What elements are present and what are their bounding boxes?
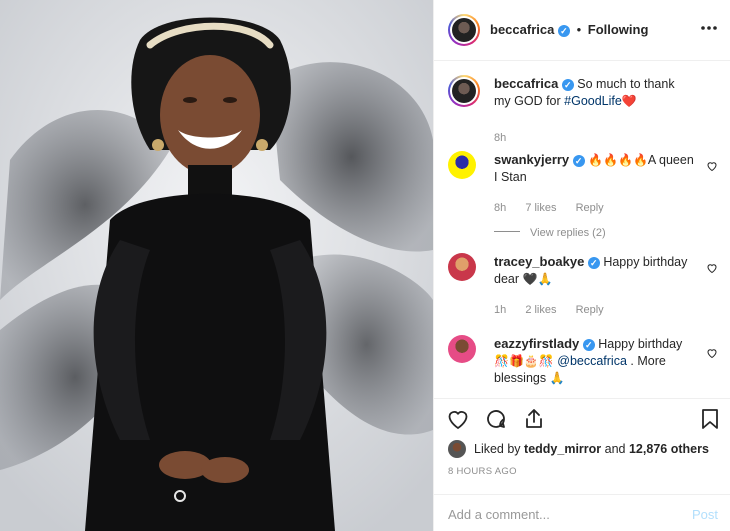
liker-avatar[interactable] bbox=[448, 440, 466, 458]
comment-time[interactable]: 1h bbox=[494, 304, 506, 316]
comment-like-icon[interactable] bbox=[706, 347, 718, 359]
liker-username[interactable]: teddy_mirror bbox=[524, 442, 601, 456]
caption-username[interactable]: beccafrica bbox=[494, 76, 558, 91]
comment-emojis: 🖤🙏 bbox=[522, 272, 553, 286]
view-replies-button[interactable]: View replies (2) bbox=[494, 225, 694, 242]
comment-body: tracey_boakye ✓ Happy birthday dear 🖤🙏 1… bbox=[494, 253, 694, 319]
verified-badge-icon: ✓ bbox=[572, 154, 585, 167]
post-side-panel: beccafrica ✓ • Following beccafrica ✓ So… bbox=[433, 0, 730, 531]
caption-time[interactable]: 8h bbox=[494, 132, 506, 144]
post-photo-illustration bbox=[0, 0, 433, 531]
add-comment-input[interactable]: Add a comment... bbox=[448, 507, 550, 522]
following-button[interactable]: Following bbox=[588, 22, 649, 37]
comment-bubble-icon[interactable] bbox=[484, 407, 508, 431]
caption-avatar[interactable] bbox=[448, 75, 480, 107]
add-comment-bar: Add a comment... Post bbox=[434, 494, 730, 531]
likes-count[interactable]: 12,876 others bbox=[629, 442, 709, 456]
post-timestamp[interactable]: 8 HOURS AGO bbox=[448, 466, 517, 477]
comment-username[interactable]: tracey_boakye bbox=[494, 254, 584, 269]
comment-emojis: 🎊🎁🎂🎊 bbox=[494, 354, 554, 368]
post-header: beccafrica ✓ • Following bbox=[434, 0, 730, 61]
comment-body: swankyjerry ✓ 🔥🔥🔥🔥A queen I Stan 8h 7 li… bbox=[494, 151, 694, 242]
caption-meta: 8h bbox=[494, 130, 694, 147]
author-avatar[interactable] bbox=[448, 14, 480, 46]
caption-body: beccafrica ✓ So much to thank my GOD for… bbox=[494, 75, 694, 147]
verified-badge-icon: ✓ bbox=[561, 78, 574, 91]
comment-username[interactable]: eazzyfirstlady bbox=[494, 336, 579, 351]
reply-button[interactable]: Reply bbox=[576, 202, 604, 214]
bookmark-icon[interactable] bbox=[698, 407, 722, 431]
more-icon[interactable] bbox=[700, 19, 718, 37]
caption-hashtag-link[interactable]: #GoodLife bbox=[564, 94, 622, 108]
comment-text: Happy birthday bbox=[598, 337, 683, 351]
fire-emojis: 🔥🔥🔥🔥 bbox=[588, 153, 648, 167]
header-user-line: beccafrica ✓ • Following bbox=[490, 22, 648, 37]
instagram-post: beccafrica ✓ • Following beccafrica ✓ So… bbox=[0, 0, 730, 531]
author-username[interactable]: beccafrica bbox=[490, 22, 554, 37]
commenter-avatar[interactable] bbox=[448, 335, 476, 363]
action-bar bbox=[434, 398, 730, 438]
heart-emoji: ❤️ bbox=[621, 94, 637, 108]
commenter-avatar[interactable] bbox=[448, 151, 476, 179]
pray-emoji: 🙏 bbox=[549, 371, 565, 385]
likes-summary: Liked by teddy_mirror and 12,876 others bbox=[448, 438, 718, 462]
comment-time[interactable]: 8h bbox=[494, 202, 506, 214]
verified-badge-icon: ✓ bbox=[557, 24, 570, 37]
post-photo[interactable] bbox=[0, 0, 433, 531]
comment-likes[interactable]: 2 likes bbox=[525, 304, 556, 316]
reply-button[interactable]: Reply bbox=[576, 304, 604, 316]
comments-list[interactable]: beccafrica ✓ So much to thank my GOD for… bbox=[434, 61, 730, 398]
comment-body: eazzyfirstlady ✓ Happy birthday 🎊🎁🎂🎊 @be… bbox=[494, 335, 694, 387]
comment-meta: 1h 2 likes Reply bbox=[494, 302, 694, 319]
comment-meta: 8h 7 likes Reply bbox=[494, 200, 694, 217]
likes-middle: and bbox=[604, 442, 626, 456]
comment-username[interactable]: swankyjerry bbox=[494, 152, 569, 167]
separator-dot: • bbox=[576, 22, 582, 37]
verified-badge-icon: ✓ bbox=[582, 338, 595, 351]
comment-like-icon[interactable] bbox=[706, 262, 718, 274]
mention-link[interactable]: @beccafrica bbox=[557, 354, 627, 368]
comment-like-icon[interactable] bbox=[706, 160, 718, 172]
post-comment-button[interactable]: Post bbox=[692, 507, 718, 522]
commenter-avatar[interactable] bbox=[448, 253, 476, 281]
like-heart-icon[interactable] bbox=[446, 407, 470, 431]
verified-badge-icon: ✓ bbox=[587, 256, 600, 269]
likes-text: Liked by teddy_mirror and 12,876 others bbox=[474, 442, 709, 456]
comment-likes[interactable]: 7 likes bbox=[525, 202, 556, 214]
share-icon[interactable] bbox=[522, 407, 546, 431]
likes-prefix: Liked by bbox=[474, 442, 521, 456]
